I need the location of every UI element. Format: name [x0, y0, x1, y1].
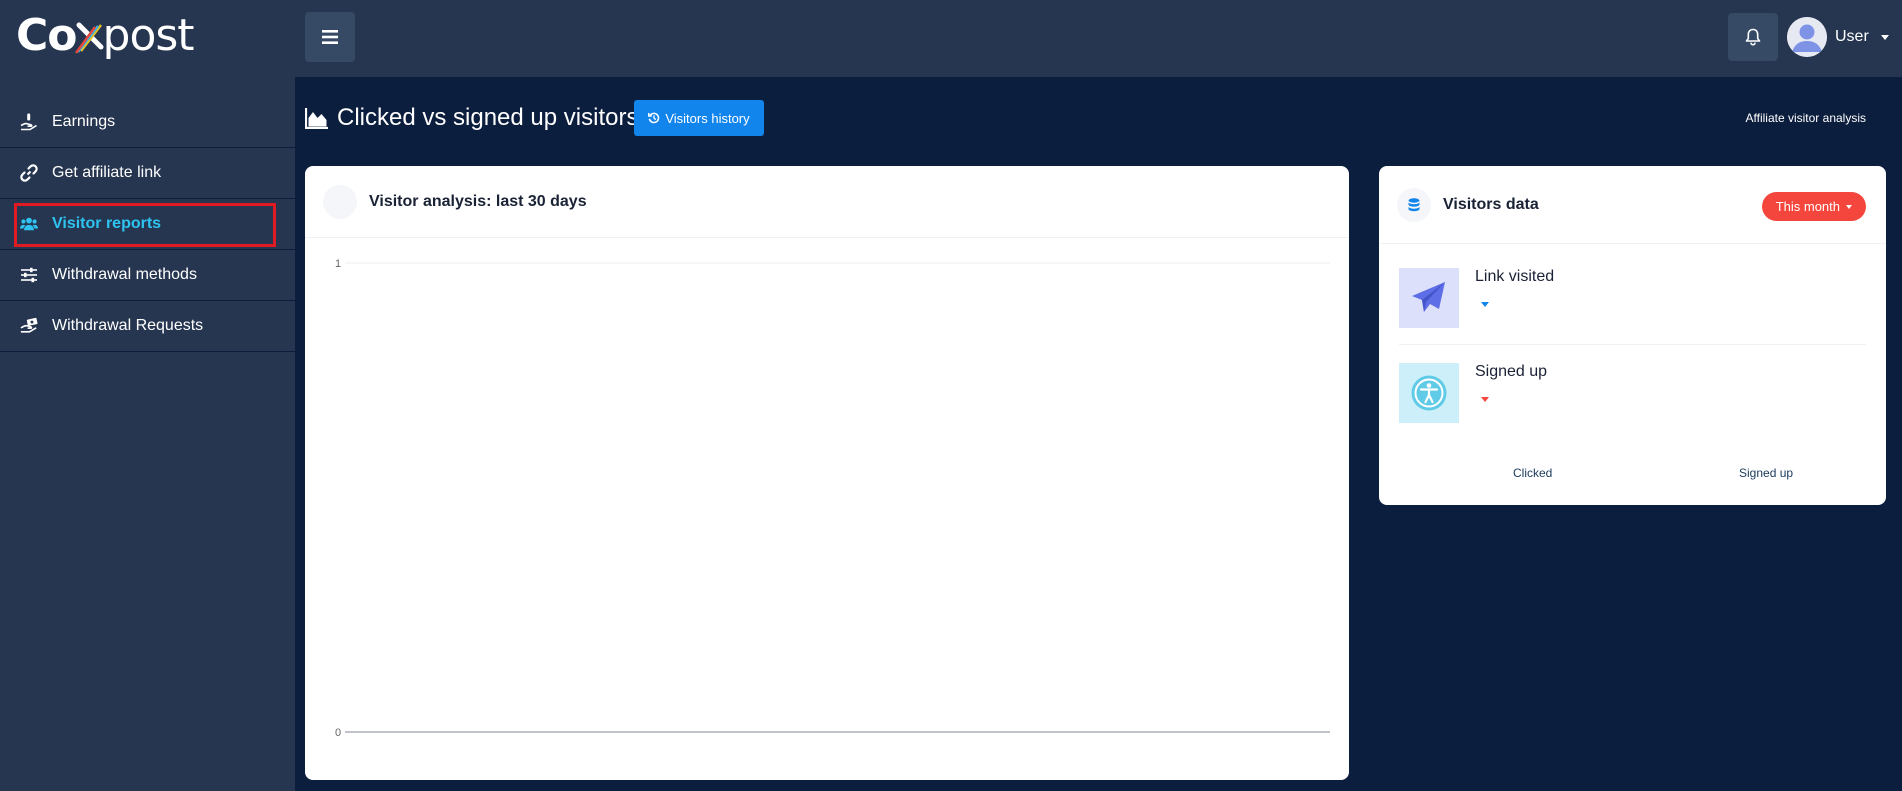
database-icon: [1397, 187, 1431, 222]
visitors-data-title: Visitors data: [1443, 195, 1539, 213]
trend-down-icon: [1481, 302, 1489, 307]
sidebar-item-visitor-reports[interactable]: Visitor reports: [0, 199, 295, 250]
hamburger-icon: [322, 30, 338, 44]
user-menu[interactable]: User: [1787, 17, 1889, 57]
users-icon: [20, 215, 38, 233]
logo-x-mark: [74, 15, 105, 55]
coxpost-logo[interactable]: Co post: [16, 9, 195, 61]
avatar: [1787, 17, 1827, 57]
page-title: Clicked vs signed up visitors: [305, 104, 638, 132]
sidebar-item-label: Visitor reports: [52, 215, 162, 232]
chart-card-icon: [323, 184, 357, 219]
paper-plane-icon: [1412, 282, 1445, 312]
chevron-down-icon: [1846, 204, 1852, 209]
legend-item-signed-up[interactable]: Signed up: [1739, 466, 1793, 480]
visitors-history-button[interactable]: Visitors history: [634, 100, 764, 136]
sidebar-item-affiliate-link[interactable]: Get affiliate link: [0, 148, 295, 199]
stat-label: Link visited: [1475, 268, 1555, 285]
logo-text-right: post: [102, 9, 195, 61]
accessibility-icon: [1411, 375, 1447, 411]
y-tick-label: 0: [335, 727, 341, 739]
history-icon: [648, 112, 660, 124]
period-dropdown-button[interactable]: This month: [1761, 192, 1866, 221]
link-icon: [20, 164, 38, 182]
stat-divider: [1399, 344, 1866, 345]
sidebar-item-label: Earnings: [52, 113, 116, 130]
sidebar: Earnings Get affiliate link Visitor repo…: [0, 77, 295, 791]
user-name: User: [1835, 28, 1869, 45]
sidebar-item-withdrawal-requests[interactable]: Withdrawal Requests: [0, 301, 295, 352]
sidebar-item-label: Get affiliate link: [52, 164, 162, 181]
area-chart-icon: [305, 108, 328, 129]
notifications-button[interactable]: [1728, 13, 1778, 61]
sidebar-item-label: Withdrawal Requests: [52, 317, 204, 334]
stat-tile: [1399, 268, 1459, 328]
sliders-icon: [20, 266, 38, 284]
menu-toggle-button[interactable]: [305, 12, 355, 62]
visitor-analysis-chart: 10: [335, 258, 1330, 739]
visitors-history-label: Visitors history: [665, 110, 750, 126]
breadcrumb: Affiliate visitor analysis: [1745, 111, 1867, 125]
chevron-down-icon: [1880, 34, 1889, 40]
legend-item-clicked[interactable]: Clicked: [1513, 466, 1552, 480]
top-bar: Co post User: [0, 0, 1902, 77]
stat-label: Signed up: [1475, 363, 1548, 380]
sidebar-item-earnings[interactable]: Earnings: [0, 97, 295, 148]
hand-holding-dollar-icon: [20, 113, 38, 131]
visitors-data-card: Visitors data This month Link visited Si…: [1379, 166, 1886, 505]
sidebar-item-withdrawal-methods[interactable]: Withdrawal methods: [0, 250, 295, 301]
bell-icon: [1745, 28, 1761, 46]
stat-tile: [1399, 363, 1459, 423]
visitor-analysis-card: Visitor analysis: last 30 days 10: [305, 166, 1349, 780]
logo-text-left: Co: [16, 9, 78, 61]
hand-holding-money-icon: [20, 317, 38, 335]
sidebar-item-label: Withdrawal methods: [52, 266, 197, 283]
stat-signed-up: Signed up: [1399, 363, 1866, 423]
page-title-text: Clicked vs signed up visitors: [337, 104, 639, 131]
trend-down-icon: [1481, 397, 1489, 402]
visitor-analysis-header: Visitor analysis: last 30 days: [305, 166, 1349, 238]
visitor-analysis-title: Visitor analysis: last 30 days: [369, 192, 587, 210]
period-dropdown-label: This month: [1775, 199, 1840, 214]
stat-link-visited: Link visited: [1399, 268, 1866, 328]
y-tick-label: 1: [335, 258, 341, 270]
